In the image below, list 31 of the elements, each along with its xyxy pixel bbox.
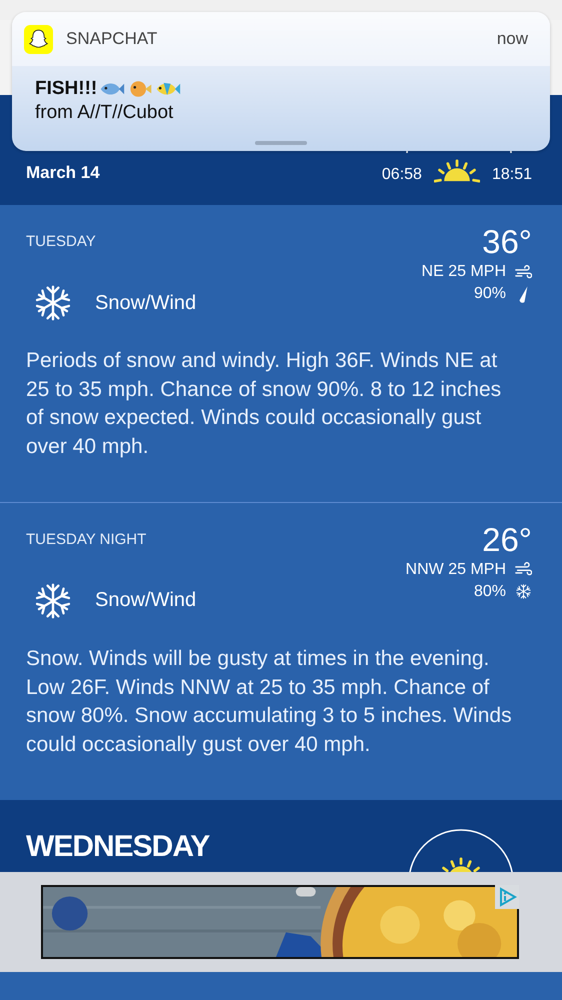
notification-time: now: [496, 29, 528, 49]
grabber-handle[interactable]: [255, 141, 307, 145]
date-label: March 14: [26, 163, 100, 183]
wind-icon: [515, 562, 532, 578]
snowflake-icon: [35, 285, 71, 321]
notification-title: FISH!!!: [35, 78, 98, 100]
condition-label: Snow/Wind: [95, 292, 196, 314]
precip-chance: 80%: [474, 582, 506, 601]
period-label: TUESDAY NIGHT: [26, 530, 146, 548]
temperature: 26°: [482, 520, 532, 559]
forecast-description: Snow. Winds will be gusty at times in the evening. Low 26F. Winds NNW at 25 to 35 mph. Chance of snow 80%. Snow accumulating 3 to 5 inches. Winds could occasionally gust over 40 mph.: [26, 646, 513, 758]
app-name: SNAPCHAT: [66, 29, 158, 49]
snowflake-icon: [35, 582, 71, 619]
raindrop-icon: [519, 286, 528, 302]
temperature: 36°: [482, 223, 532, 261]
sunrise-time: 06:58: [382, 166, 422, 184]
wind-speed: NNW 25 MPH: [406, 560, 506, 579]
wind-speed: NE 25 MPH: [422, 263, 506, 281]
ghost-icon: [24, 24, 53, 54]
snowflake-icon: [515, 584, 532, 600]
forecast-description: Periods of snow and windy. High 36F. Winds NE at 25 to 35 mph. Chance of snow 90%. 8 to 12 inches of snow expected. Winds could occasionally gust over 40 mph.: [26, 348, 502, 460]
notification-body: from A//T//Cubot: [35, 102, 174, 124]
wind-icon: [515, 264, 532, 280]
sunset-time: 18:51: [492, 166, 532, 184]
period-label: TUESDAY: [26, 233, 96, 250]
ad-info-icon[interactable]: [495, 884, 519, 909]
condition-label: Snow/Wind: [95, 589, 196, 612]
precip-chance: 90%: [474, 285, 506, 303]
notification-banner[interactable]: SNAPCHAT now FISH!!! from A//T//Cubot: [12, 12, 550, 151]
day-title: WEDNESDAY: [26, 830, 210, 862]
sun-icon: [434, 159, 480, 183]
